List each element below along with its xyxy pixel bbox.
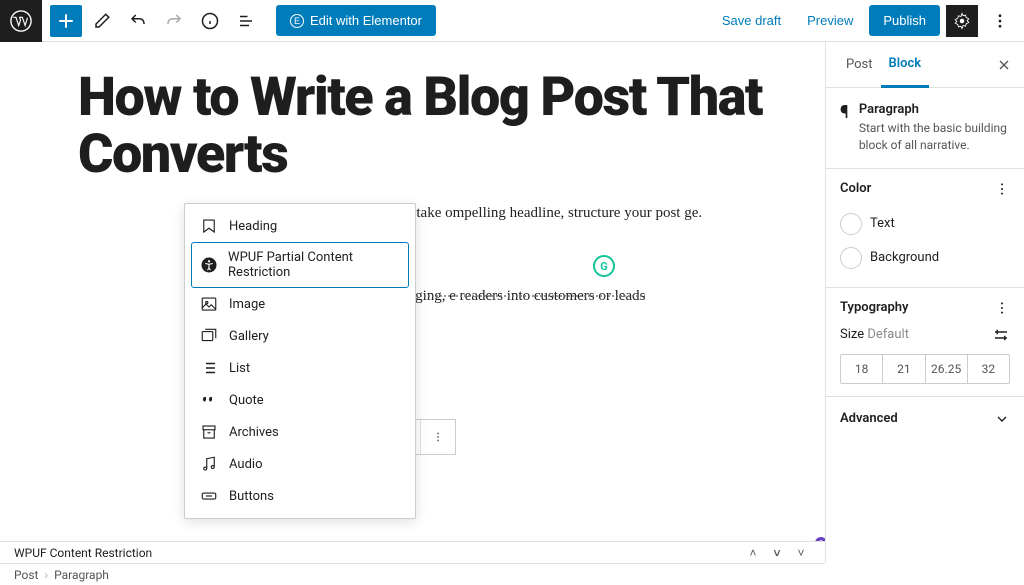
menu-item-wpuf-restriction[interactable]: WPUF Partial Content Restriction [191,242,409,288]
tab-block[interactable]: Block [881,42,930,88]
redo-button[interactable] [158,5,190,37]
block-inserter-menu: Heading WPUF Partial Content Restriction… [184,203,416,519]
heading-icon [199,217,219,235]
toolbar-right: Save draft Preview Publish [712,5,1024,37]
settings-toggle-button[interactable] [946,5,978,37]
color-options-button[interactable] [994,181,1010,197]
metabox-title-bar: WPUF Content Restriction ˄ ˅ ˅ [0,541,825,563]
typography-heading: Typography [840,300,909,315]
breadcrumb-current: Paragraph [54,568,109,582]
edit-mode-button[interactable] [86,5,118,37]
menu-item-list[interactable]: List [191,352,409,384]
advanced-toggle[interactable]: Advanced [826,397,1024,441]
elementor-icon: E [290,14,304,28]
menu-item-audio[interactable]: Audio [191,448,409,480]
block-info: ¶ Paragraph Start with the basic buildin… [826,88,1024,169]
elementor-label: Edit with Elementor [310,13,422,28]
typography-options-button[interactable] [994,300,1010,316]
tab-post[interactable]: Post [838,42,881,88]
size-18[interactable]: 18 [841,355,883,383]
list-icon [199,359,219,377]
menu-item-quote[interactable]: Quote [191,384,409,416]
size-21[interactable]: 21 [883,355,925,383]
breadcrumb-sep: › [44,568,48,582]
text-swatch [840,213,862,235]
block-description: Start with the basic building block of a… [859,120,1010,154]
block-name: Paragraph [859,102,1010,117]
metabox-down-button[interactable]: ˅ [767,546,787,560]
settings-sidebar: Post Block ¶ Paragraph Start with the ba… [825,42,1024,563]
more-options-button[interactable] [984,5,1016,37]
menu-item-image[interactable]: Image [191,288,409,320]
outline-button[interactable] [230,5,262,37]
sidebar-tabs: Post Block [826,42,1024,88]
background-color-button[interactable]: Background [840,241,1010,275]
text-color-button[interactable]: Text [840,207,1010,241]
grammarly-icon[interactable]: G [593,255,615,277]
breadcrumb-root[interactable]: Post [14,568,38,582]
metabox-name: WPUF Content Restriction [14,546,152,560]
undo-button[interactable] [122,5,154,37]
bg-swatch [840,247,862,269]
editor-top-toolbar: E Edit with Elementor Save draft Preview… [0,0,1024,42]
preview-button[interactable]: Preview [797,5,863,36]
post-title[interactable]: How to Write a Blog Post That Converts [78,70,785,183]
add-block-button[interactable] [50,5,82,37]
color-section: Color Text Background [826,169,1024,288]
buttons-icon [199,487,219,505]
menu-item-buttons[interactable]: Buttons [191,480,409,512]
close-sidebar-button[interactable] [996,57,1012,73]
toolbar-left: E Edit with Elementor [42,5,436,37]
main-content: How to Write a Blog Post That Converts p… [0,42,1024,563]
image-icon [199,295,219,313]
wordpress-logo[interactable] [0,0,42,42]
size-32[interactable]: 32 [968,355,1009,383]
size-row: Size Default [840,326,1010,344]
custom-size-toggle[interactable] [992,326,1010,344]
save-draft-button[interactable]: Save draft [712,5,791,36]
block-breadcrumb: Post › Paragraph [0,563,825,585]
block-options-button[interactable] [421,420,455,454]
accessibility-icon [200,256,218,274]
audio-icon [199,455,219,473]
edit-with-elementor-button[interactable]: E Edit with Elementor [276,5,436,36]
menu-item-heading[interactable]: Heading [191,210,409,242]
paragraph-icon: ¶ [840,102,849,154]
publish-button[interactable]: Publish [869,5,940,36]
gallery-icon [199,327,219,345]
quote-icon [199,391,219,409]
size-26[interactable]: 26.25 [926,355,968,383]
size-presets: 18 21 26.25 32 [840,354,1010,384]
details-button[interactable] [194,5,226,37]
editor-canvas[interactable]: How to Write a Blog Post That Converts p… [0,42,825,563]
typography-section: Typography Size Default 18 21 26.25 32 [826,288,1024,397]
metabox-collapse-button[interactable]: ˅ [791,546,811,560]
archives-icon [199,423,219,441]
menu-item-gallery[interactable]: Gallery [191,320,409,352]
menu-item-archives[interactable]: Archives [191,416,409,448]
metabox-up-button[interactable]: ˄ [743,546,763,560]
color-heading: Color [840,181,871,196]
